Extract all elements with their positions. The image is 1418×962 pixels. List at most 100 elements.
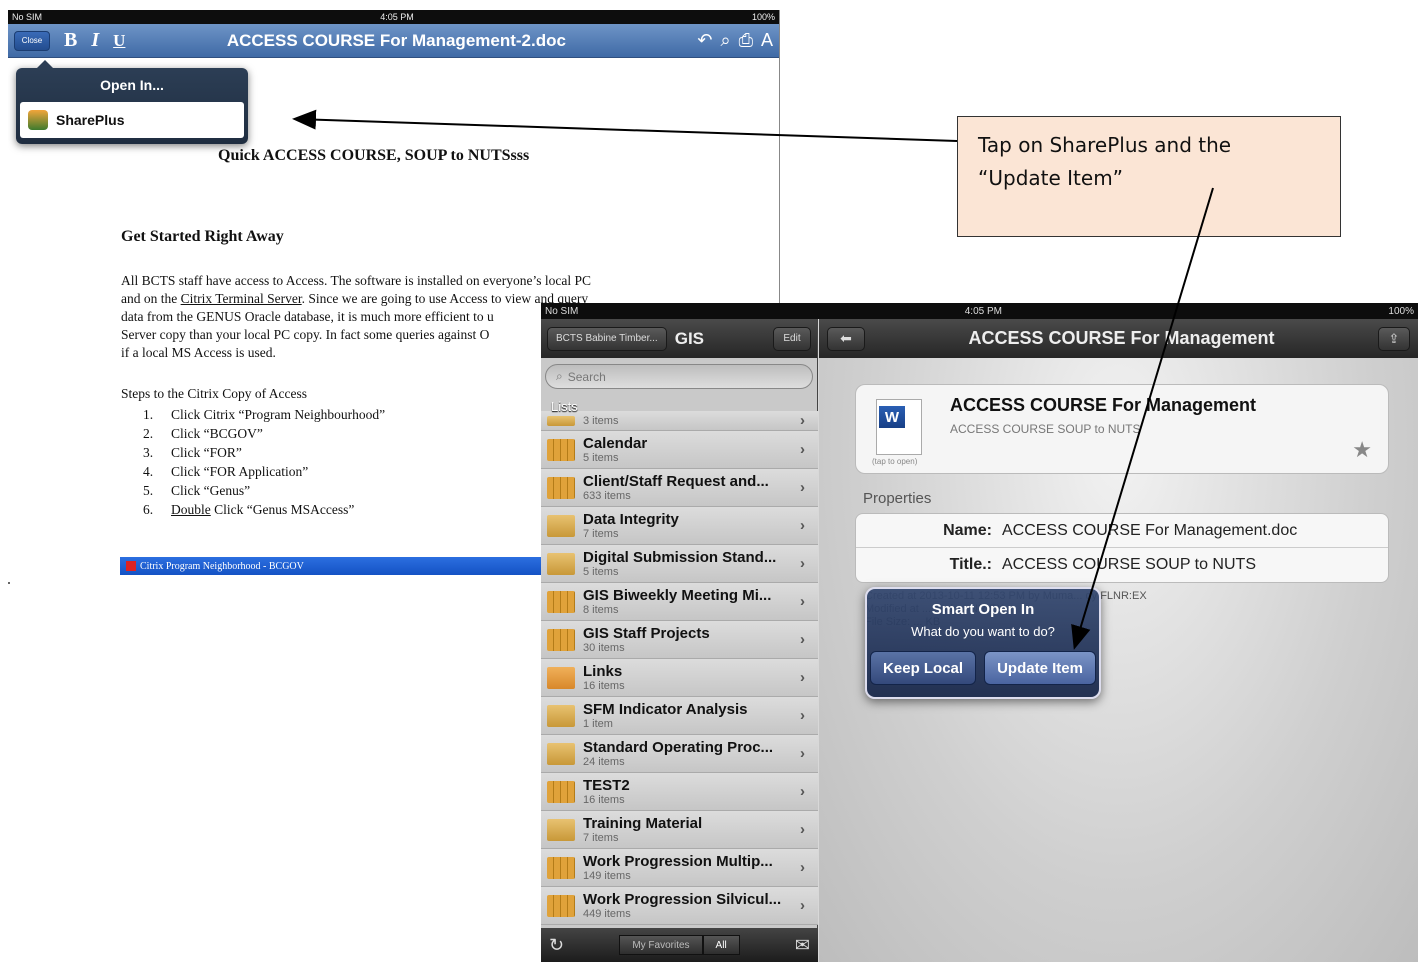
detail-title: ACCESS COURSE For Management — [968, 328, 1275, 348]
instruction-callout: Tap on SharePlus and the “Update Item” — [957, 116, 1341, 237]
list-item[interactable]: Links 16 items › — [541, 659, 818, 697]
tap-to-open-label: (tap to open) — [872, 457, 918, 466]
document-toolbar: Close B I U ACCESS COURSE For Management… — [8, 24, 779, 58]
list-icon — [547, 590, 575, 613]
italic-button[interactable]: I — [91, 29, 99, 52]
list-item-text: GIS Staff Projects 30 items — [583, 625, 800, 654]
list-item[interactable]: Client/Staff Request and... 633 items › — [541, 469, 818, 507]
list-icon — [547, 628, 575, 651]
list-item-count: 8 items — [583, 604, 619, 616]
list-item-title: Digital Submission Stand... — [583, 549, 777, 566]
undo-icon[interactable]: ↶ — [697, 30, 712, 51]
edit-button[interactable]: Edit — [773, 326, 811, 351]
list-item[interactable]: Calendar 5 items › — [541, 431, 818, 469]
file-card[interactable]: W (tap to open) ACCESS COURSE For Manage… — [855, 384, 1389, 474]
text-format-icon[interactable]: A — [761, 30, 773, 51]
chevron-right-icon: › — [800, 412, 805, 429]
search-input[interactable]: ⌕ Search — [545, 364, 813, 389]
property-row: Title.: ACCESS COURSE SOUP to NUTS — [856, 548, 1388, 582]
close-button[interactable]: Close — [14, 30, 50, 51]
battery: 100% — [751, 12, 775, 22]
list-item[interactable]: Digital Submission Stand... 5 items › — [541, 545, 818, 583]
breadcrumb-button[interactable]: BCTS Babine Timber... — [547, 326, 667, 351]
property-key: Title.: — [949, 556, 992, 573]
list-item[interactable]: GIS Staff Projects 30 items › — [541, 621, 818, 659]
announcement-icon — [547, 415, 575, 426]
list-item-count: 5 items — [583, 566, 619, 578]
list-item[interactable]: SFM Indicator Analysis 1 item › — [541, 697, 818, 735]
list-item[interactable]: Work Progression Silvicul... 449 items › — [541, 887, 818, 925]
list-item-count: 30 items — [583, 642, 625, 654]
lists-panel: BCTS Babine Timber... GIS Edit ⌕ Search … — [541, 319, 818, 962]
carrier: No SIM — [12, 12, 43, 22]
clock: 4:05 PM — [964, 305, 1002, 317]
list-item[interactable]: Work Progression Multip... 149 items › — [541, 849, 818, 887]
list-item-text: TEST2 16 items — [583, 777, 800, 806]
folder-icon — [547, 704, 575, 727]
chevron-right-icon: › — [800, 517, 805, 534]
list-item-title: Links — [583, 663, 623, 680]
step-item: 2. Click “BCGOV” — [143, 424, 385, 443]
folder-icon — [547, 742, 575, 765]
step-item: 5. Click “Genus” — [143, 481, 385, 500]
list-item-title: Work Progression Multip... — [583, 853, 773, 870]
update-item-button[interactable]: Update Item — [984, 651, 1096, 685]
step-text: Click “BCGOV” — [171, 426, 263, 441]
shareplus-screenshot: No SIM 4:05 PM 100% BCTS Babine Timber..… — [541, 303, 1418, 962]
open-in-popover: Open In... SharePlus — [16, 60, 248, 144]
doc-line: All BCTS staff have access to Access. Th… — [121, 273, 592, 288]
chevron-right-icon: › — [800, 669, 805, 686]
tab-all[interactable]: All — [702, 935, 740, 955]
keep-local-button[interactable]: Keep Local — [870, 651, 977, 685]
list-item[interactable]: Data Integrity 7 items › — [541, 507, 818, 545]
list-item[interactable]: Announcements3 items› — [541, 411, 818, 431]
list-item-title: Training Material — [583, 815, 703, 832]
step-number: 6. — [143, 502, 154, 517]
search-icon[interactable]: ⌕ — [720, 30, 730, 51]
underline-button[interactable]: U — [113, 31, 125, 51]
folder-icon — [547, 552, 575, 575]
step-text: Click “Genus MSAccess” — [210, 502, 355, 517]
step-text-underlined: Double — [171, 502, 211, 517]
doc-link[interactable]: Citrix Terminal Server — [181, 291, 302, 306]
list-item-text: Links 16 items — [583, 663, 800, 692]
list-item-title: SFM Indicator Analysis — [583, 701, 748, 718]
print-icon[interactable]: ⎙ — [739, 30, 753, 51]
back-arrow-icon[interactable]: ⬅ — [827, 326, 865, 351]
favorite-star-icon[interactable]: ★ — [1352, 437, 1372, 463]
open-in-shareplus[interactable]: SharePlus — [20, 102, 244, 138]
list-item[interactable]: TEST2 16 items › — [541, 773, 818, 811]
list-item-title: Work Progression Silvicul... — [583, 891, 782, 908]
search-placeholder: Search — [567, 369, 606, 384]
property-value: ACCESS COURSE SOUP to NUTS — [1002, 556, 1256, 573]
citrix-title: Citrix Program Neighborhood - BCGOV — [140, 560, 304, 572]
list-item[interactable]: Standard Operating Proc... 24 items › — [541, 735, 818, 773]
site-title: GIS — [674, 328, 705, 348]
list-item-count: 149 items — [583, 870, 631, 882]
share-icon[interactable]: ⇪ — [1378, 326, 1410, 351]
folder-icon — [547, 818, 575, 841]
clock: 4:05 PM — [380, 12, 414, 22]
chevron-right-icon: › — [800, 441, 805, 458]
refresh-icon[interactable]: ↻ — [549, 935, 564, 956]
tab-my-favorites[interactable]: My Favorites — [619, 935, 703, 955]
app-label: SharePlus — [56, 112, 125, 128]
bold-button[interactable]: B — [64, 29, 77, 52]
step-text: Click Citrix “Program Neighbourhood” — [171, 407, 386, 422]
list-item[interactable]: GIS Biweekly Meeting Mi... 8 items › — [541, 583, 818, 621]
list-item-text: SFM Indicator Analysis 1 item — [583, 701, 800, 730]
list-item[interactable]: Training Material 7 items › — [541, 811, 818, 849]
properties-table: Name: ACCESS COURSE For Management.doc T… — [855, 513, 1389, 583]
chevron-right-icon: › — [800, 897, 805, 914]
citrix-icon — [126, 561, 136, 571]
mail-icon[interactable]: ✉ — [795, 935, 810, 956]
property-value: ACCESS COURSE For Management.doc — [1002, 521, 1298, 539]
list-item-title: GIS Biweekly Meeting Mi... — [583, 587, 772, 604]
popover-title: Open In... — [100, 77, 164, 93]
chevron-right-icon: › — [800, 707, 805, 724]
step-item: 4. Click “FOR Application” — [143, 462, 385, 481]
steps-intro: Steps to the Citrix Copy of Access — [121, 386, 307, 401]
word-document-icon[interactable]: W — [876, 399, 922, 455]
list-item-text: Digital Submission Stand... 5 items — [583, 549, 800, 578]
step-item: 1. Click Citrix “Program Neighbourhood” — [143, 405, 385, 424]
